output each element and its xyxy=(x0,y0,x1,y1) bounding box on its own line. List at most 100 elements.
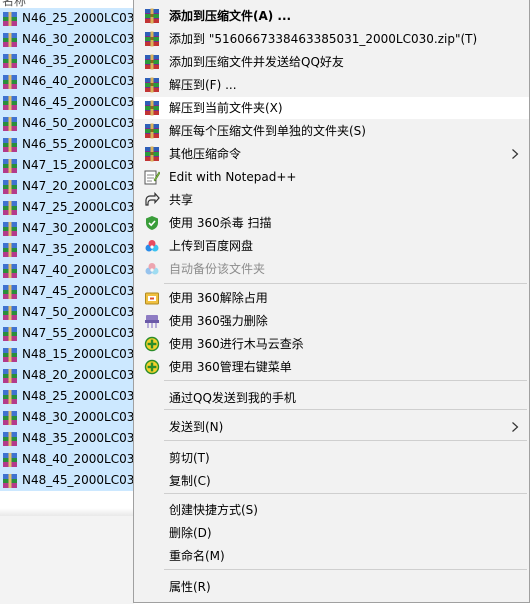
file-row[interactable]: N47_40_2000LC030 xyxy=(0,260,134,281)
pane-divider xyxy=(0,508,134,516)
menu-item-label: 使用 360强力删除 xyxy=(169,314,268,328)
file-row[interactable]: N47_30_2000LC030 xyxy=(0,218,134,239)
menu-share[interactable]: 共享 xyxy=(135,189,529,211)
winrar-archive-icon xyxy=(2,410,18,426)
menu-extract-each[interactable]: 解压每个压缩文件到单独的文件夹(S) xyxy=(135,120,529,142)
file-row[interactable]: N48_20_2000LC030 xyxy=(0,365,134,386)
menu-upload-baidu[interactable]: 上传到百度网盘 xyxy=(135,235,529,257)
menu-item-label: 剪切(T) xyxy=(169,451,210,465)
winrar-icon xyxy=(144,8,160,24)
menu-create-shortcut[interactable]: 创建快捷方式(S) xyxy=(135,499,529,521)
file-row[interactable]: N47_45_2000LC030 xyxy=(0,281,134,302)
360-shred-icon xyxy=(144,313,160,329)
file-row[interactable]: N46_50_2000LC030 xyxy=(0,113,134,134)
file-list: N46_25_2000LC030 N46_30_2000LC030 N46_35_2… xyxy=(0,8,134,491)
winrar-archive-icon xyxy=(2,284,18,300)
menu-separator xyxy=(164,493,527,494)
file-row[interactable]: N46_25_2000LC030 xyxy=(0,8,134,29)
winrar-archive-icon xyxy=(2,11,18,27)
file-row[interactable]: N46_35_2000LC030 xyxy=(0,50,134,71)
chevron-right-icon xyxy=(509,421,521,433)
winrar-archive-icon xyxy=(2,200,18,216)
winrar-archive-icon xyxy=(2,179,18,195)
baidu-netdisk-icon xyxy=(144,261,160,277)
menu-item-label: 属性(R) xyxy=(169,580,211,594)
file-name: N47_55_2000LC030 xyxy=(22,326,134,340)
menu-add-to-zip[interactable]: 添加到 "5160667338463385031_2000LC030.zip"(… xyxy=(135,28,529,50)
menu-rename[interactable]: 重命名(M) xyxy=(135,545,529,567)
winrar-archive-icon xyxy=(2,74,18,90)
menu-item-label: 使用 360进行木马云查杀 xyxy=(169,337,304,351)
file-row[interactable]: N47_15_2000LC030 xyxy=(0,155,134,176)
360-antivirus-shield-icon xyxy=(144,215,160,231)
file-row[interactable]: N47_20_2000LC030 xyxy=(0,176,134,197)
file-row[interactable]: N46_30_2000LC030 xyxy=(0,29,134,50)
file-name: N48_40_2000LC030 xyxy=(22,452,134,466)
file-name: N48_35_2000LC030 xyxy=(22,431,134,445)
menu-item-label: 解压每个压缩文件到单独的文件夹(S) xyxy=(169,124,366,138)
menu-item-label: 自动备份该文件夹 xyxy=(169,262,266,276)
file-name: N48_30_2000LC030 xyxy=(22,410,134,424)
menu-cut[interactable]: 剪切(T) xyxy=(135,447,529,469)
winrar-icon xyxy=(144,100,160,116)
pane-empty-area xyxy=(0,516,134,604)
file-name: N47_15_2000LC030 xyxy=(22,158,134,172)
file-name: N47_45_2000LC030 xyxy=(22,284,134,298)
file-row[interactable]: N46_40_2000LC030 xyxy=(0,71,134,92)
file-list-pane: 名称 N46_25_2000LC030 N46_30_2000LC030 N46_3… xyxy=(0,0,134,516)
menu-360-scan[interactable]: 使用 360杀毒 扫描 xyxy=(135,212,529,234)
menu-other-compress-commands[interactable]: 其他压缩命令 xyxy=(135,143,529,165)
file-row[interactable]: N48_40_2000LC030 xyxy=(0,449,134,470)
file-row[interactable]: N46_55_2000LC030 xyxy=(0,134,134,155)
menu-separator xyxy=(164,409,527,410)
winrar-archive-icon xyxy=(2,389,18,405)
menu-separator xyxy=(164,569,527,570)
file-name: N46_55_2000LC030 xyxy=(22,137,134,151)
menu-send-to-phone-qq[interactable]: 通过QQ发送到我的手机 xyxy=(135,387,529,409)
menu-360-trojan-scan[interactable]: 使用 360进行木马云查杀 xyxy=(135,333,529,355)
file-name: N47_50_2000LC030 xyxy=(22,305,134,319)
menu-item-label: 通过QQ发送到我的手机 xyxy=(169,391,296,405)
file-row[interactable]: N47_50_2000LC030 xyxy=(0,302,134,323)
file-row[interactable]: N48_15_2000LC030 xyxy=(0,344,134,365)
360-plus-icon xyxy=(144,336,160,352)
file-row[interactable]: N48_25_2000LC030 xyxy=(0,386,134,407)
file-row[interactable]: N48_30_2000LC030 xyxy=(0,407,134,428)
menu-extract-here[interactable]: 解压到当前文件夹(X) xyxy=(135,97,529,119)
file-name: N47_25_2000LC030 xyxy=(22,200,134,214)
file-row[interactable]: N48_45_2000LC030 xyxy=(0,470,134,491)
name-column-header[interactable]: 名称 xyxy=(2,0,26,8)
chevron-right-icon xyxy=(509,148,521,160)
file-name: N46_45_2000LC030 xyxy=(22,95,134,109)
menu-360-unlock[interactable]: 使用 360解除占用 xyxy=(135,287,529,309)
file-name: N46_30_2000LC030 xyxy=(22,32,134,46)
winrar-archive-icon xyxy=(2,305,18,321)
menu-item-label: 添加到压缩文件(A) ... xyxy=(169,9,292,23)
menu-properties[interactable]: 属性(R) xyxy=(135,576,529,598)
menu-edit-notepad-plus-plus[interactable]: Edit with Notepad++ xyxy=(135,166,529,188)
winrar-archive-icon xyxy=(2,53,18,69)
menu-item-label: 解压到(F) ... xyxy=(169,78,237,92)
menu-add-and-send-qq[interactable]: 添加到压缩文件并发送给QQ好友 xyxy=(135,51,529,73)
360-plus-icon xyxy=(144,359,160,375)
file-row[interactable]: N47_35_2000LC030 xyxy=(0,239,134,260)
menu-item-label: 创建快捷方式(S) xyxy=(169,503,258,517)
winrar-archive-icon xyxy=(2,452,18,468)
menu-delete[interactable]: 删除(D) xyxy=(135,522,529,544)
file-row[interactable]: N47_25_2000LC030 xyxy=(0,197,134,218)
menu-360-manage-context-menu[interactable]: 使用 360管理右键菜单 xyxy=(135,356,529,378)
menu-extract-to[interactable]: 解压到(F) ... xyxy=(135,74,529,96)
file-name: N48_25_2000LC030 xyxy=(22,389,134,403)
file-row[interactable]: N48_35_2000LC030 xyxy=(0,428,134,449)
winrar-archive-icon xyxy=(2,473,18,489)
menu-add-to-archive[interactable]: 添加到压缩文件(A) ... xyxy=(135,5,529,27)
share-icon xyxy=(144,191,160,208)
file-name: N47_35_2000LC030 xyxy=(22,242,134,256)
menu-360-force-delete[interactable]: 使用 360强力删除 xyxy=(135,310,529,332)
menu-copy[interactable]: 复制(C) xyxy=(135,470,529,492)
menu-send-to[interactable]: 发送到(N) xyxy=(135,416,529,438)
file-row[interactable]: N46_45_2000LC030 xyxy=(0,92,134,113)
file-row[interactable]: N47_55_2000LC030 xyxy=(0,323,134,344)
winrar-archive-icon xyxy=(2,32,18,48)
file-name: N48_45_2000LC030 xyxy=(22,473,134,487)
